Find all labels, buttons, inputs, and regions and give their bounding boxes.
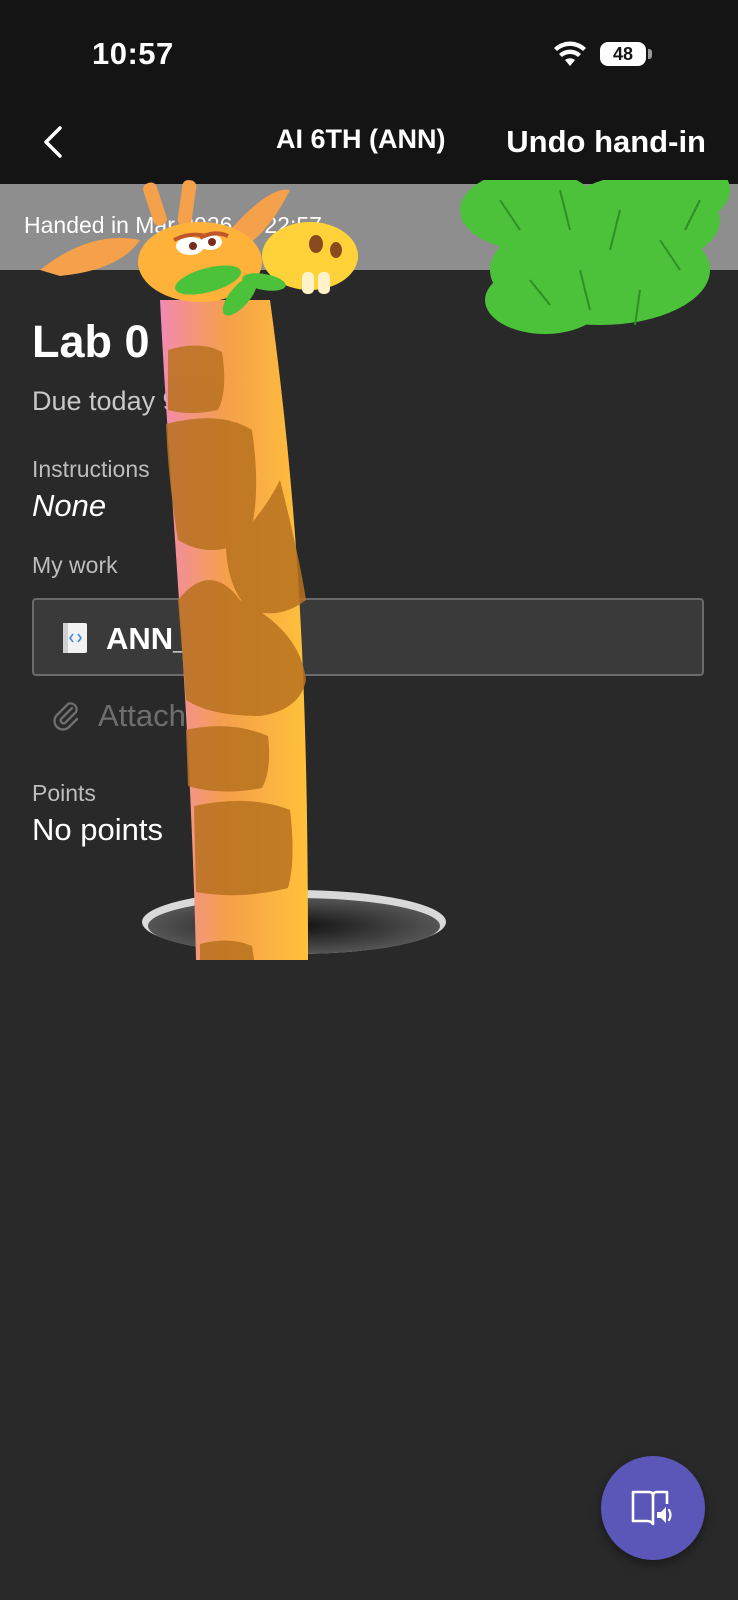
attach-new-label: Attach ew [98, 698, 235, 733]
nav-bar: AI 6TH (ANN) Undo hand-in [0, 108, 738, 184]
instructions-label: Instructions [32, 456, 150, 482]
battery-icon: 48 [600, 42, 646, 66]
paperclip-icon [53, 702, 79, 731]
status-bar: 10:57 48 [0, 0, 738, 108]
due-date: Due today 9 [32, 386, 178, 416]
assignment-title: Lab 0 [32, 316, 150, 367]
handed-in-banner: Handed in Mar 2026 at 22:57 [0, 184, 738, 270]
nav-title: AI 6TH (ANN) [276, 124, 446, 154]
battery-tip [648, 49, 652, 59]
status-time: 10:57 [92, 36, 174, 71]
immersive-reader-icon [631, 1490, 672, 1526]
points-label: Points [32, 780, 96, 806]
attached-file-card[interactable]: ANN_ .pynb [32, 598, 704, 676]
immersive-reader-button[interactable] [601, 1456, 705, 1560]
instructions-value: None [32, 488, 107, 523]
points-value: No points [32, 812, 163, 847]
my-work-label: My work [32, 552, 118, 578]
notebook-file-icon [63, 623, 87, 653]
undo-hand-in-button[interactable]: Undo hand-in [506, 124, 706, 160]
chevron-left-icon[interactable] [36, 122, 72, 162]
handed-in-text: Handed in Mar 2026 at 22:57 [24, 212, 322, 238]
file-name: ANN_ .pynb [106, 621, 282, 656]
wifi-icon [554, 41, 586, 66]
